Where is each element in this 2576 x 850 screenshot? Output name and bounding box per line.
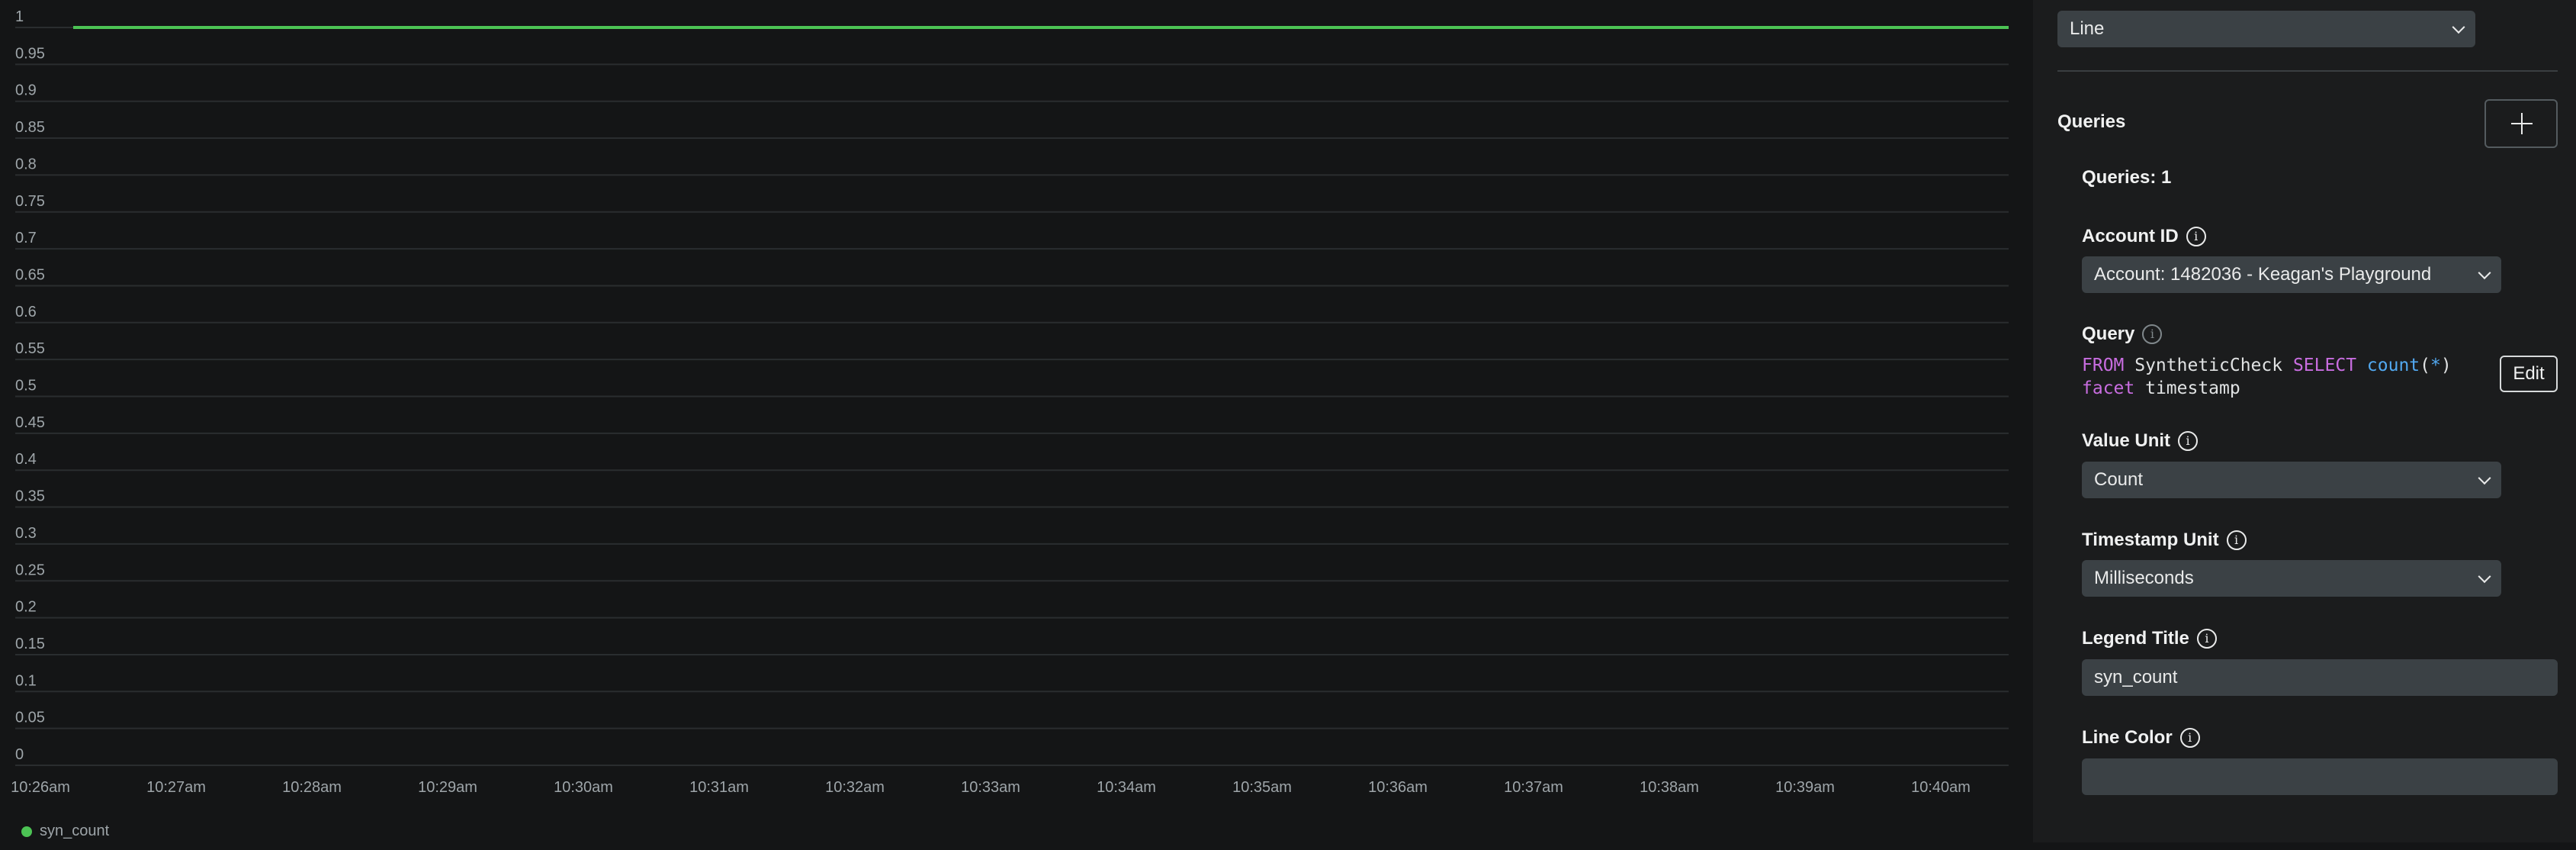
chevron-down-icon	[2452, 21, 2465, 34]
chart-type-select[interactable]: Line	[2057, 11, 2475, 47]
y-tick-label: 0.55	[15, 340, 45, 357]
info-icon[interactable]: i	[2186, 227, 2206, 246]
account-select-value: Account: 1482036 - Keagan's Playground	[2094, 264, 2432, 285]
queries-heading: Queries	[2057, 111, 2126, 132]
account-id-label-text: Account ID	[2082, 226, 2179, 246]
x-tick-label: 10:30am	[554, 779, 613, 796]
query-paren-open: (	[2420, 356, 2431, 375]
y-tick-label: 1	[15, 8, 24, 25]
x-tick-label: 10:28am	[282, 779, 342, 796]
info-icon[interactable]: i	[2142, 324, 2163, 344]
query-keyword-facet: facet	[2082, 378, 2135, 398]
query-keyword-select: SELECT	[2292, 356, 2357, 375]
query-keyword-from: FROM	[2082, 356, 2125, 375]
app-root: 0 0.05 0.1 0.15 0.2 0.25 0.3 0.35 0.4 0.45 0.5 0.55…	[0, 0, 2576, 850]
x-tick-label: 10:40am	[1911, 779, 1971, 796]
x-tick-label: 10:33am	[961, 779, 1020, 796]
chart-legend[interactable]: syn_count	[21, 823, 109, 840]
info-icon[interactable]: i	[2196, 629, 2217, 649]
legend-title-input-value: syn_count	[2094, 667, 2178, 687]
y-tick-label: 0.65	[15, 266, 45, 283]
query-asterisk: *	[2430, 356, 2441, 375]
add-query-button[interactable]	[2484, 99, 2558, 148]
x-tick-label: 10:34am	[1097, 779, 1156, 796]
y-tick-label: 0.25	[15, 562, 45, 578]
value-unit-label-text: Value Unit	[2082, 430, 2171, 451]
query-label-text: Query	[2082, 324, 2135, 344]
edit-query-button[interactable]: Edit	[2500, 356, 2558, 392]
query-line-2: facet timestamp	[2082, 378, 2240, 398]
legend-color-dot	[21, 826, 32, 837]
info-icon[interactable]: i	[2226, 530, 2247, 550]
y-tick-label: 0.9	[15, 82, 37, 99]
x-tick-label: 10:38am	[1640, 779, 1699, 796]
timestamp-unit-select[interactable]: Milliseconds	[2082, 560, 2501, 597]
x-tick-label: 10:29am	[418, 779, 477, 796]
chevron-down-icon	[2478, 570, 2491, 584]
chevron-down-icon	[2478, 266, 2491, 280]
y-tick-label: 0.2	[15, 599, 37, 616]
y-tick-label: 0.5	[15, 378, 37, 394]
info-icon[interactable]: i	[2179, 728, 2200, 748]
query-line-1: FROM SyntheticCheck SELECT count(*)	[2082, 356, 2452, 375]
timestamp-unit-select-value: Milliseconds	[2094, 568, 2194, 588]
y-tick-label: 0.7	[15, 230, 37, 246]
legend-title-label: Legend Title i	[2082, 628, 2217, 649]
line-color-label-text: Line Color	[2082, 727, 2173, 748]
legend-title-input[interactable]: syn_count	[2082, 659, 2558, 696]
query-paren-close: )	[2440, 356, 2452, 375]
chart-area: 0 0.05 0.1 0.15 0.2 0.25 0.3 0.35 0.4 0.45 0.5 0.55…	[0, 0, 2033, 850]
info-icon[interactable]: i	[2178, 431, 2199, 451]
y-tick-label: 0.4	[15, 451, 37, 468]
y-tick-label: 0	[15, 746, 24, 763]
query-facet-attribute: timestamp	[2134, 378, 2240, 398]
query-function: count	[2366, 356, 2420, 375]
y-tick-label: 0.15	[15, 636, 45, 652]
plus-icon-vertical	[2521, 113, 2523, 134]
line-color-input[interactable]	[2082, 758, 2558, 795]
x-tick-label: 10:36am	[1368, 779, 1428, 796]
query-space	[2356, 356, 2367, 375]
x-tick-label: 10:37am	[1504, 779, 1563, 796]
query-label: Query i	[2082, 324, 2163, 345]
panel-divider	[2057, 70, 2558, 72]
line-color-label: Line Color i	[2082, 727, 2200, 749]
account-id-label: Account ID i	[2082, 226, 2206, 247]
line-chart: 0 0.05 0.1 0.15 0.2 0.25 0.3 0.35 0.4 0.45 0.5 0.55…	[11, 8, 2009, 796]
y-tick-label: 0.8	[15, 156, 37, 172]
value-unit-select[interactable]: Count	[2082, 462, 2501, 498]
legend-label: syn_count	[40, 823, 110, 839]
y-tick-label: 0.3	[15, 525, 37, 542]
chevron-down-icon	[2478, 472, 2491, 485]
account-select[interactable]: Account: 1482036 - Keagan's Playground	[2082, 256, 2501, 293]
y-tick-label: 0.45	[15, 414, 45, 431]
y-tick-label: 0.1	[15, 672, 37, 689]
y-tick-label: 0.95	[15, 45, 45, 62]
y-tick-label: 0.05	[15, 710, 45, 726]
x-tick-label: 10:27am	[146, 779, 206, 796]
y-tick-label: 0.85	[15, 119, 45, 136]
y-tick-label: 0.35	[15, 488, 45, 505]
queries-count: Queries: 1	[2082, 167, 2172, 188]
value-unit-label: Value Unit i	[2082, 430, 2199, 452]
timestamp-unit-label: Timestamp Unit i	[2082, 530, 2247, 551]
x-tick-label: 10:32am	[825, 779, 885, 796]
y-tick-label: 0.6	[15, 304, 37, 320]
query-event-type: SyntheticCheck	[2124, 356, 2293, 375]
y-tick-label: 0.75	[15, 193, 45, 210]
x-tick-label: 10:26am	[11, 779, 70, 796]
x-tick-label: 10:35am	[1232, 779, 1292, 796]
x-tick-label: 10:39am	[1775, 779, 1835, 796]
legend-title-label-text: Legend Title	[2082, 628, 2189, 649]
x-tick-label: 10:31am	[689, 779, 749, 796]
value-unit-select-value: Count	[2094, 469, 2144, 490]
chart-type-value: Line	[2070, 18, 2105, 39]
query-code[interactable]: FROM SyntheticCheck SELECT count(*) face…	[2082, 354, 2452, 400]
timestamp-unit-label-text: Timestamp Unit	[2082, 530, 2219, 550]
